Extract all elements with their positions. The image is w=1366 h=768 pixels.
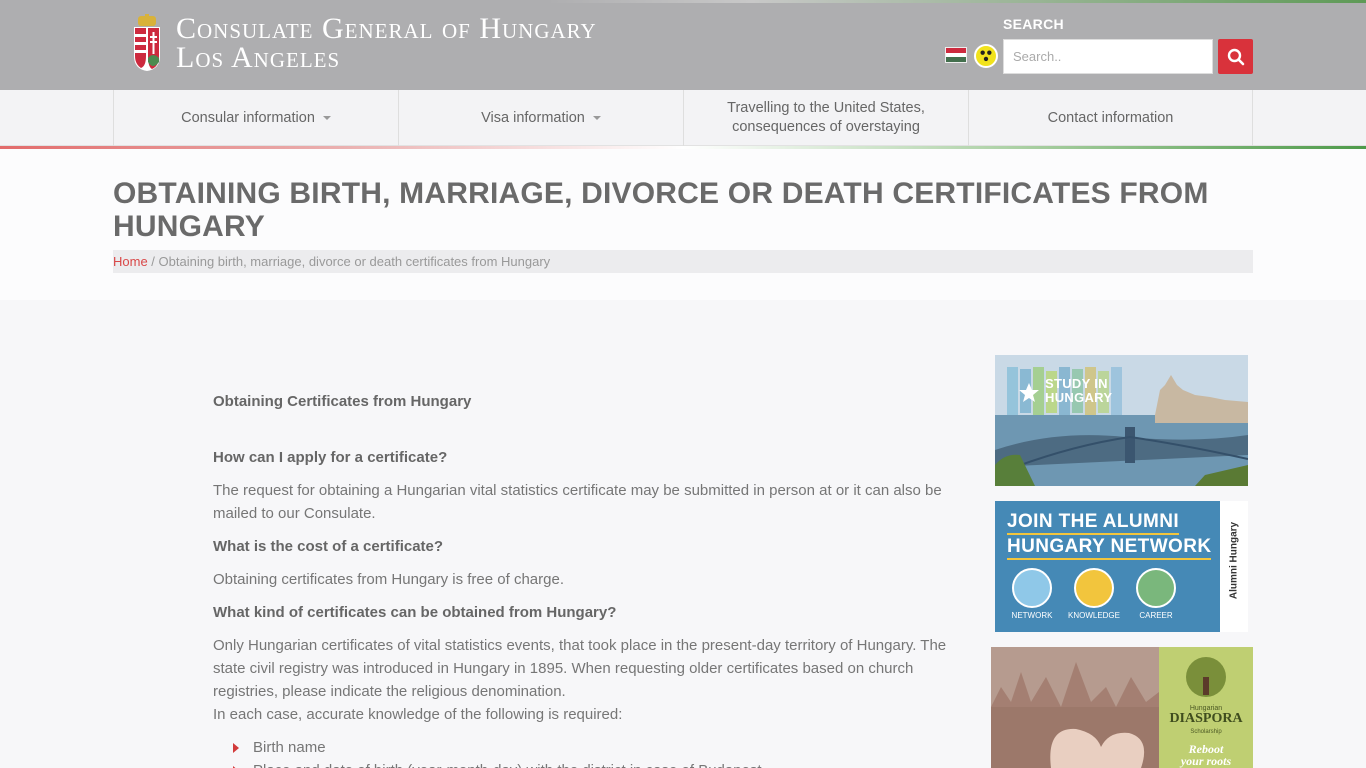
search-icon — [1227, 48, 1244, 65]
flag-stripe-green — [946, 57, 966, 62]
main-navigation: Consular information Visa information Tr… — [0, 90, 1366, 146]
breadcrumb-separator: / — [147, 254, 159, 269]
chevron-down-icon — [322, 116, 331, 120]
study-in-hungary-text: STUDY IN HUNGARY — [1045, 376, 1113, 405]
site-title-line2[interactable]: Los Angeles — [176, 43, 597, 73]
accessibility-icon[interactable] — [974, 44, 998, 68]
question-heading: What is the cost of a certificate? — [213, 538, 444, 555]
diaspora-scholarship-banner[interactable]: Hungarian DIASPORA Scholarship Reboot yo… — [991, 647, 1253, 768]
alumni-label-career: CAREER — [1139, 611, 1173, 620]
answer-paragraph: Only Hungarian certificates of vital sta… — [213, 637, 947, 700]
nav-item-label[interactable]: Contact information — [1048, 109, 1174, 128]
alumni-side-text: Alumni Hungary — [1228, 521, 1240, 600]
list-item: Place and date of birth (year-month-day)… — [213, 759, 958, 768]
search-input[interactable] — [1003, 39, 1213, 74]
network-icon — [1012, 568, 1052, 608]
hungarian-flag-icon[interactable] — [945, 47, 967, 63]
answer-paragraph: Obtaining certificates from Hungary is f… — [213, 571, 564, 588]
knowledge-icon — [1074, 568, 1114, 608]
nav-item-consular-information[interactable]: Consular information — [113, 90, 398, 146]
site-header: Consulate General of Hungary Los Angeles… — [0, 0, 1366, 90]
career-icon — [1136, 568, 1176, 608]
breadcrumb-current: Obtaining birth, marriage, divorce or de… — [158, 254, 551, 269]
alumni-side-strip: Alumni Hungary — [1220, 501, 1248, 632]
nav-item-visa-information[interactable]: Visa information — [398, 90, 683, 146]
alumni-label-network: NETWORK — [1011, 611, 1053, 620]
search-label: SEARCH — [1003, 16, 1064, 32]
list-item: Birth name — [213, 736, 958, 759]
breadcrumb-home-link[interactable]: Home — [113, 254, 148, 269]
nav-item-travelling-to-us[interactable]: Travelling to the United States, consequ… — [683, 90, 968, 146]
nav-item-label[interactable]: Visa information — [481, 109, 585, 128]
answer-paragraph: The request for obtaining a Hungarian vi… — [213, 482, 942, 522]
site-title[interactable]: Consulate General of Hungary Los Angeles — [176, 14, 597, 73]
site-title-line1[interactable]: Consulate General of Hungary — [176, 14, 597, 44]
page-title: OBTAINING BIRTH, MARRIAGE, DIVORCE OR DE… — [113, 177, 1209, 243]
alumni-label-knowledge: KNOWLEDGE — [1067, 611, 1120, 620]
article-heading: Obtaining Certificates from Hungary — [213, 393, 472, 410]
study-in-hungary-banner[interactable]: STUDY IN HUNGARY — [995, 355, 1248, 486]
question-heading: How can I apply for a certificate? — [213, 449, 448, 466]
nav-item-contact-information[interactable]: Contact information — [968, 90, 1253, 146]
diaspora-subtitle: Scholarship — [1190, 729, 1222, 735]
question-heading: What kind of certificates can be obtaine… — [213, 604, 617, 621]
nav-item-label[interactable]: Travelling to the United States, consequ… — [714, 99, 938, 137]
coat-of-arms-icon[interactable] — [132, 14, 162, 72]
alumni-title-line1: JOIN THE ALUMNI — [1007, 511, 1180, 535]
chevron-down-icon — [592, 116, 601, 120]
answer-paragraph: In each case, accurate knowledge of the … — [213, 706, 623, 723]
alumni-title-line2: HUNGARY NETWORK — [1007, 536, 1212, 560]
diaspora-title: DIASPORA — [1169, 711, 1243, 726]
study-in-hungary-illustration — [995, 355, 1248, 486]
article-content: Obtaining Certificates from Hungary How … — [213, 390, 958, 768]
nav-item-label[interactable]: Consular information — [181, 109, 315, 128]
search-button[interactable] — [1218, 39, 1253, 74]
diaspora-tagline-line2: your roots — [1180, 754, 1232, 768]
header-color-stripe — [0, 0, 1366, 3]
breadcrumb: Home / Obtaining birth, marriage, divorc… — [113, 250, 1253, 273]
alumni-hungary-banner[interactable]: JOIN THE ALUMNI HUNGARY NETWORK NETWORK … — [995, 501, 1248, 632]
